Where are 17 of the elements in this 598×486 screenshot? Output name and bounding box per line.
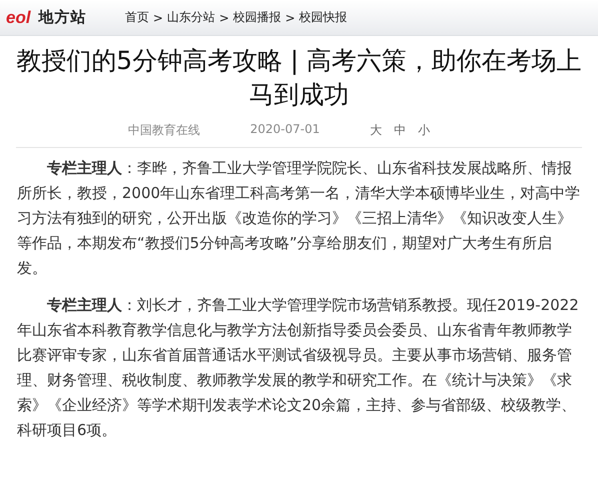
breadcrumb-link[interactable]: 山东分站 <box>167 9 216 26</box>
article-source: 中国教育在线 <box>128 122 200 139</box>
site-logo[interactable]: eol <box>6 8 31 28</box>
site-name[interactable]: 地方站 <box>38 8 87 27</box>
breadcrumb-separator: > <box>285 10 296 24</box>
font-size-link[interactable]: 大 <box>370 122 382 139</box>
article-date: 2020-07-01 <box>250 122 320 138</box>
font-size-link[interactable]: 小 <box>418 122 430 139</box>
breadcrumb-separator: > <box>153 10 164 24</box>
article-title: 教授们的5分钟高考攻略 | 高考六策，助你在考场上马到成功 <box>15 45 583 111</box>
breadcrumb-link[interactable]: 校园播报 <box>233 9 282 26</box>
breadcrumb-link[interactable]: 首页 <box>125 9 149 26</box>
article-paragraph: 专栏主理人：李晔，齐鲁工业大学管理学院院长、山东省科技发展战略所、情报所所长，教授，2000年山东省理工科高考第一名，清华大学本硕博毕业生，对高中学习方法有独到的研究，公开出版《改造你的学习》《三招上清华》《知识改变人生》等作品，本期发布“教授们5分钟高考攻略”分享给朋友们，期望对广大考生有所启发。 <box>17 158 581 279</box>
breadcrumb-link[interactable]: 校园快报 <box>299 9 348 26</box>
article-paragraph: 专栏主理人：刘长才，齐鲁工业大学管理学院市场营销系教授。现任2019-2022年山东省本科教育教学信息化与教学方法创新指导委员会委员、山东省青年教师教学比赛评审专家，山东省首届普通话水平测试省级视导员。主要从事市场营销、服务管理、财务管理、税收制度、教师教学发展的教学和研究工作。在《统计与决策》《求索》《企业经济》等学术期刊发表学术论文20余篇，主持、参与省部级、校级教学、科研项目6项。 <box>17 295 580 441</box>
breadcrumb-separator: > <box>219 10 230 24</box>
font-size-link[interactable]: 中 <box>394 122 406 139</box>
